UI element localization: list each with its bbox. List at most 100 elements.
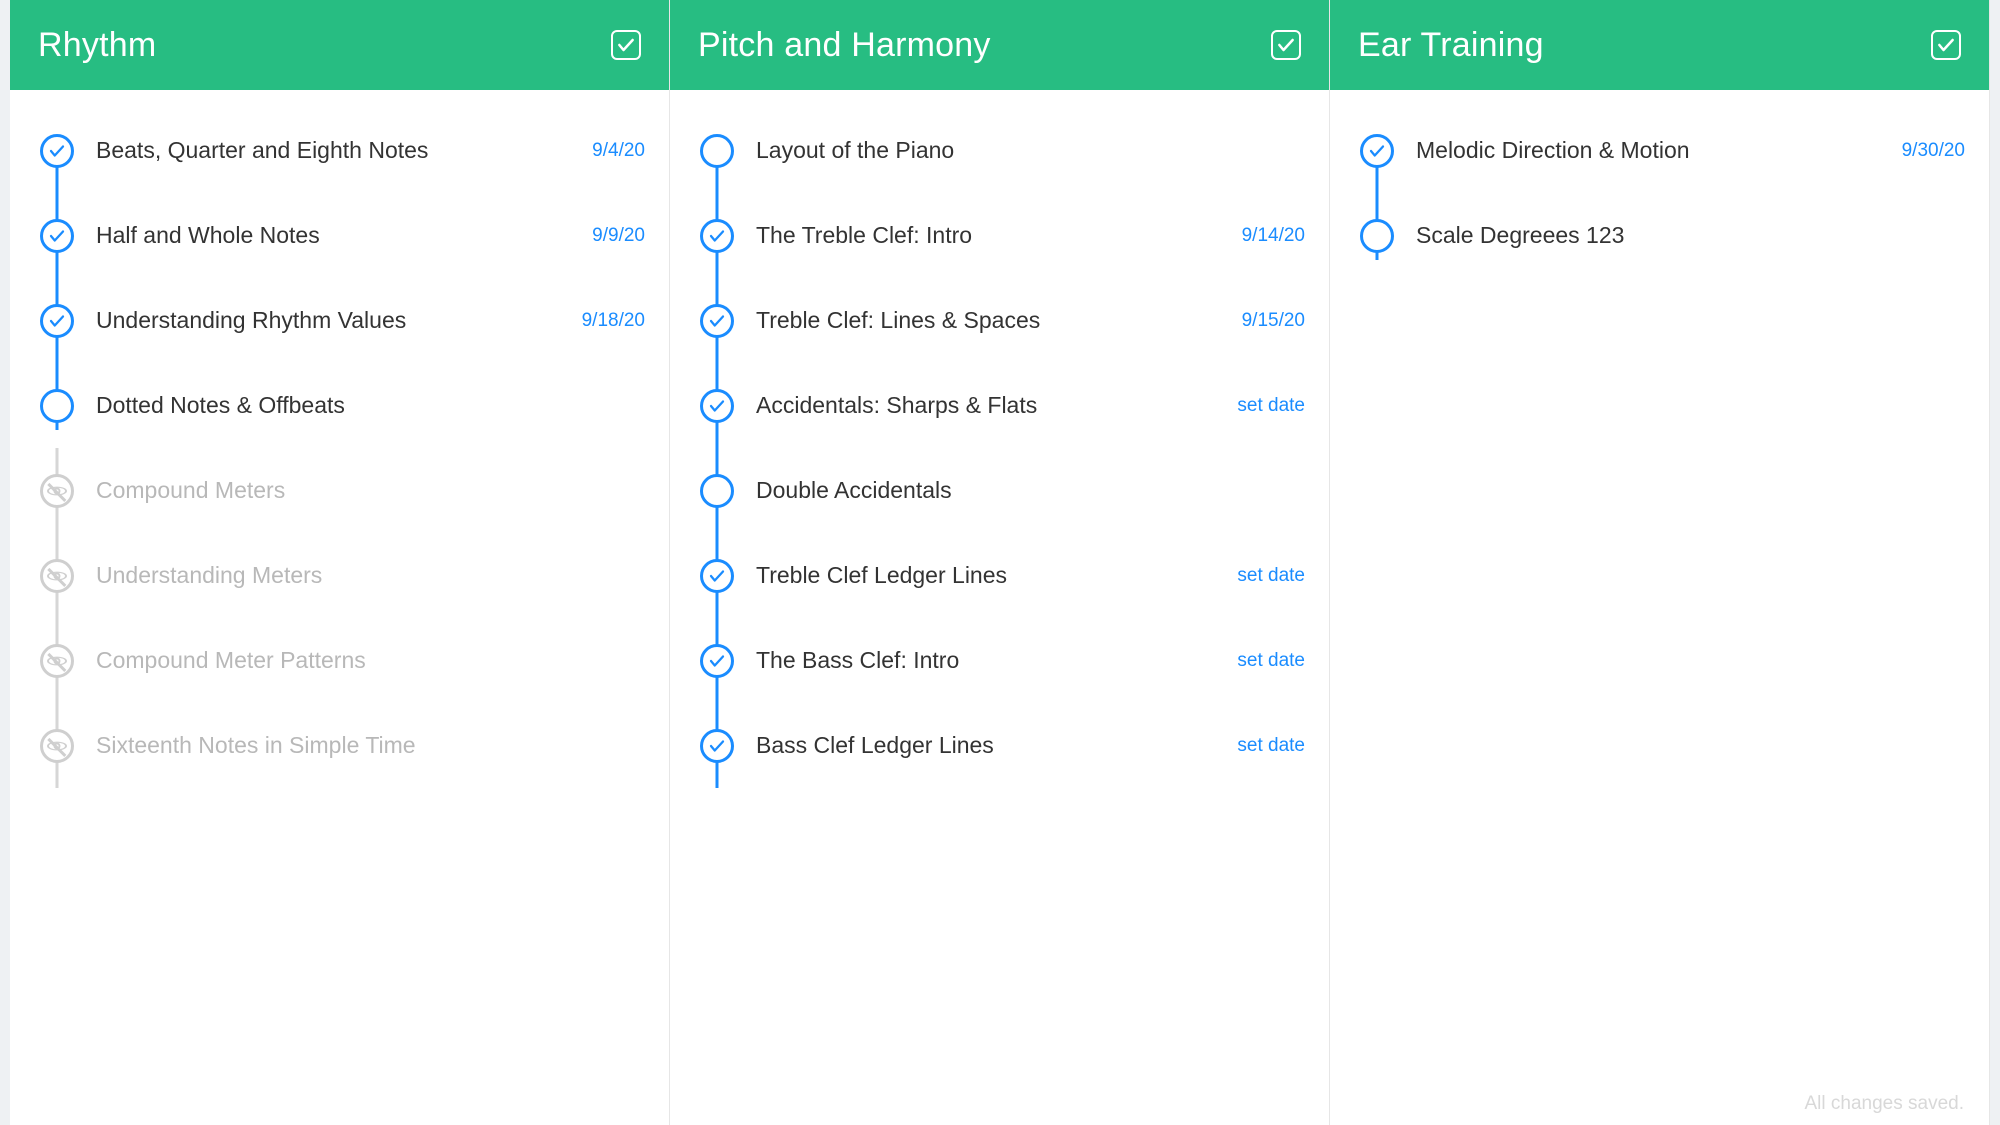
column-body: Beats, Quarter and Eighth Notes 9/4/20 H… xyxy=(10,90,669,1125)
check-icon xyxy=(48,227,66,245)
node-wrap xyxy=(1352,193,1402,278)
lesson-date[interactable]: 9/30/20 xyxy=(1892,140,1965,162)
status-node[interactable] xyxy=(700,644,734,678)
lesson-item[interactable]: Treble Clef Ledger Lines set date xyxy=(692,533,1305,618)
lesson-label: Scale Degreees 123 xyxy=(1402,222,1955,249)
check-icon xyxy=(48,142,66,160)
status-node[interactable] xyxy=(700,134,734,168)
node-wrap xyxy=(1352,108,1402,193)
node-wrap xyxy=(32,108,82,193)
node-wrap xyxy=(692,193,742,278)
lesson-item[interactable]: Understanding Meters xyxy=(32,533,645,618)
lesson-date[interactable]: 9/14/20 xyxy=(1232,225,1305,247)
status-node[interactable] xyxy=(700,729,734,763)
status-node[interactable] xyxy=(700,559,734,593)
hidden-icon xyxy=(47,736,67,756)
lesson-item[interactable]: Treble Clef: Lines & Spaces 9/15/20 xyxy=(692,278,1305,363)
node-wrap xyxy=(692,618,742,703)
status-node[interactable] xyxy=(1360,219,1394,253)
column-header: Ear Training xyxy=(1330,0,1989,90)
node-wrap xyxy=(32,363,82,448)
lesson-label: Compound Meters xyxy=(82,477,645,504)
lesson-item[interactable]: Compound Meter Patterns xyxy=(32,618,645,703)
lesson-date[interactable]: set date xyxy=(1227,565,1305,587)
check-icon xyxy=(708,652,726,670)
lesson-item[interactable]: Dotted Notes & Offbeats xyxy=(32,363,645,448)
column-body: Melodic Direction & Motion 9/30/20 Scale… xyxy=(1330,90,1989,1125)
status-node[interactable] xyxy=(40,389,74,423)
check-icon xyxy=(708,227,726,245)
status-node[interactable] xyxy=(40,644,74,678)
lesson-item[interactable]: Scale Degreees 123 xyxy=(1352,193,1965,278)
status-node[interactable] xyxy=(40,474,74,508)
status-node[interactable] xyxy=(1360,134,1394,168)
lesson-label: Bass Clef Ledger Lines xyxy=(742,732,1227,759)
node-wrap xyxy=(692,108,742,193)
node-wrap xyxy=(692,363,742,448)
lesson-date[interactable]: set date xyxy=(1227,735,1305,757)
column-body: Layout of the Piano The Treble Clef: Int… xyxy=(670,90,1329,1125)
lesson-item[interactable]: The Treble Clef: Intro 9/14/20 xyxy=(692,193,1305,278)
column-header: Pitch and Harmony xyxy=(670,0,1329,90)
lesson-date[interactable]: 9/9/20 xyxy=(582,225,645,247)
column-complete-checkbox[interactable] xyxy=(1271,30,1301,60)
lesson-label: Layout of the Piano xyxy=(742,137,1295,164)
node-wrap xyxy=(32,703,82,788)
lesson-item[interactable]: Accidentals: Sharps & Flats set date xyxy=(692,363,1305,448)
lesson-label: Half and Whole Notes xyxy=(82,222,582,249)
lesson-item[interactable]: Compound Meters xyxy=(32,448,645,533)
lesson-item[interactable]: Melodic Direction & Motion 9/30/20 xyxy=(1352,108,1965,193)
status-node[interactable] xyxy=(700,219,734,253)
node-wrap xyxy=(32,618,82,703)
lesson-date[interactable]: 9/15/20 xyxy=(1232,310,1305,332)
status-node[interactable] xyxy=(40,134,74,168)
status-node[interactable] xyxy=(40,729,74,763)
lesson-label: Compound Meter Patterns xyxy=(82,647,645,674)
lesson-label: Melodic Direction & Motion xyxy=(1402,137,1892,164)
lesson-item[interactable]: Beats, Quarter and Eighth Notes 9/4/20 xyxy=(32,108,645,193)
hidden-icon xyxy=(47,566,67,586)
lesson-label: Beats, Quarter and Eighth Notes xyxy=(82,137,582,164)
status-node[interactable] xyxy=(40,219,74,253)
node-wrap xyxy=(32,278,82,363)
lesson-label: Sixteenth Notes in Simple Time xyxy=(82,732,645,759)
lesson-label: Accidentals: Sharps & Flats xyxy=(742,392,1227,419)
check-icon xyxy=(708,737,726,755)
hidden-icon xyxy=(47,481,67,501)
lesson-label: Double Accidentals xyxy=(742,477,1295,504)
hidden-icon xyxy=(47,651,67,671)
check-icon xyxy=(708,397,726,415)
node-wrap xyxy=(692,533,742,618)
lesson-item[interactable]: The Bass Clef: Intro set date xyxy=(692,618,1305,703)
lesson-item[interactable]: Sixteenth Notes in Simple Time xyxy=(32,703,645,788)
status-node[interactable] xyxy=(700,304,734,338)
lesson-item[interactable]: Bass Clef Ledger Lines set date xyxy=(692,703,1305,788)
lesson-label: Treble Clef Ledger Lines xyxy=(742,562,1227,589)
check-icon xyxy=(1368,142,1386,160)
column-complete-checkbox[interactable] xyxy=(611,30,641,60)
lesson-item[interactable]: Double Accidentals xyxy=(692,448,1305,533)
lesson-label: Dotted Notes & Offbeats xyxy=(82,392,635,419)
node-wrap xyxy=(692,703,742,788)
status-node[interactable] xyxy=(700,474,734,508)
lesson-date[interactable]: set date xyxy=(1227,650,1305,672)
column-title: Rhythm xyxy=(38,26,156,65)
lesson-date[interactable]: 9/4/20 xyxy=(582,140,645,162)
lesson-label: Understanding Rhythm Values xyxy=(82,307,572,334)
lesson-label: The Treble Clef: Intro xyxy=(742,222,1232,249)
status-node[interactable] xyxy=(40,559,74,593)
lesson-label: Treble Clef: Lines & Spaces xyxy=(742,307,1232,334)
lesson-date[interactable]: set date xyxy=(1227,395,1305,417)
lesson-item[interactable]: Understanding Rhythm Values 9/18/20 xyxy=(32,278,645,363)
status-node[interactable] xyxy=(40,304,74,338)
column-ear-training: Ear Training Melodic Direction & Motion … xyxy=(1330,0,1990,1125)
lesson-date[interactable]: 9/18/20 xyxy=(572,310,645,332)
column-rhythm: Rhythm Beats, Quarter and Eighth Notes 9… xyxy=(10,0,670,1125)
lesson-item[interactable]: Layout of the Piano xyxy=(692,108,1305,193)
node-wrap xyxy=(692,448,742,533)
column-complete-checkbox[interactable] xyxy=(1931,30,1961,60)
board: Rhythm Beats, Quarter and Eighth Notes 9… xyxy=(10,0,1990,1125)
status-node[interactable] xyxy=(700,389,734,423)
column-pitch-harmony: Pitch and Harmony Layout of the Piano xyxy=(670,0,1330,1125)
lesson-item[interactable]: Half and Whole Notes 9/9/20 xyxy=(32,193,645,278)
